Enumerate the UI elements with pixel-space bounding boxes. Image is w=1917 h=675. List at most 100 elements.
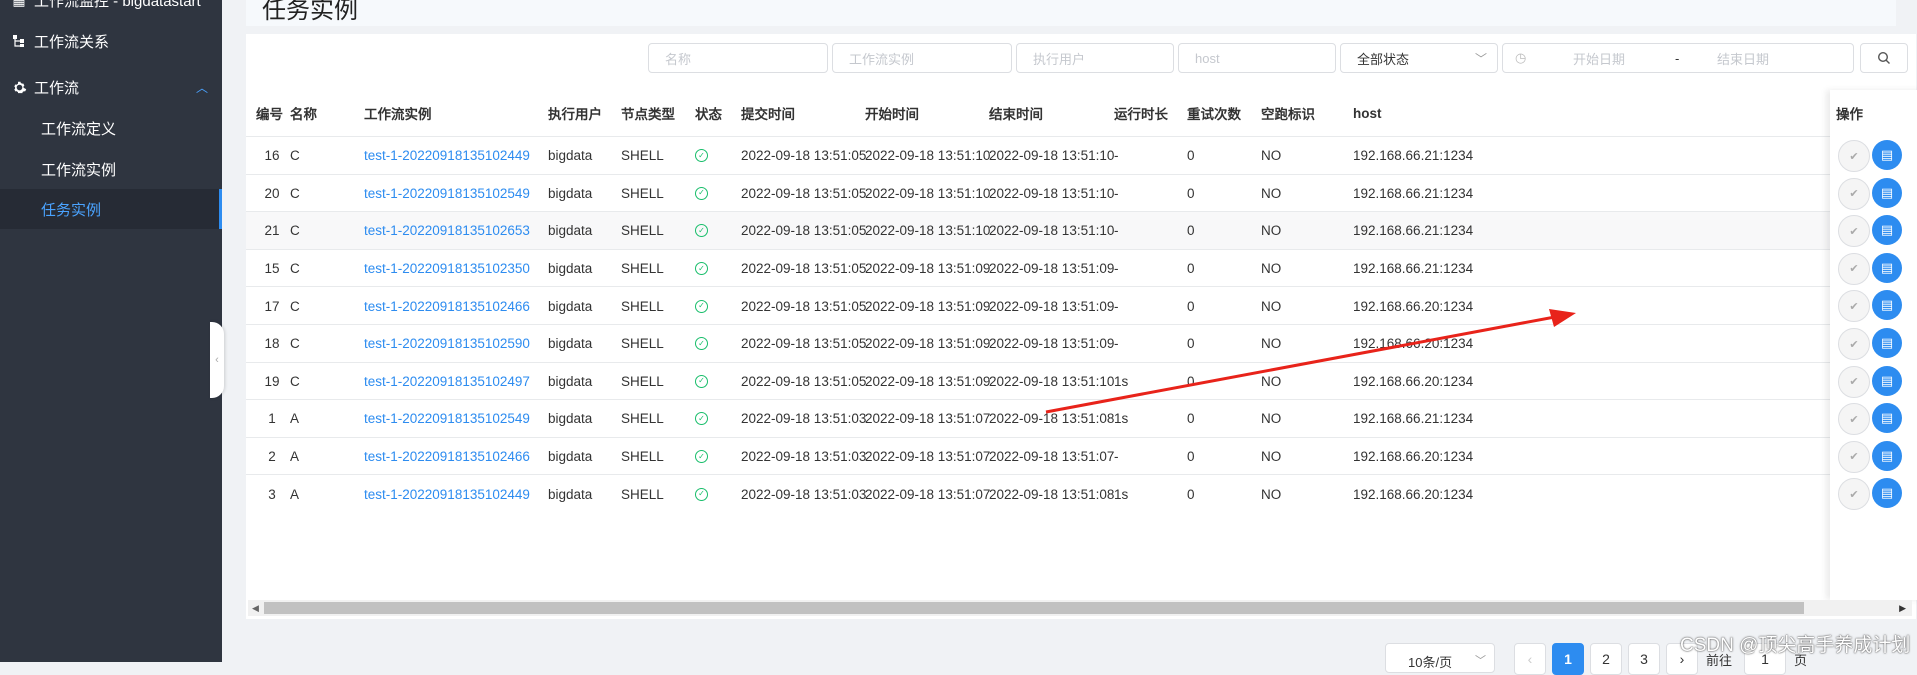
page-header: 任务实例: [246, 0, 1896, 26]
column-header: host: [1353, 105, 1382, 121]
force-success-button[interactable]: ✔: [1838, 478, 1870, 511]
workflow-instance-link[interactable]: test-1-20220918135102449: [364, 475, 530, 513]
log-icon: ▤: [1880, 222, 1894, 238]
workflow-instance-link[interactable]: test-1-20220918135102590: [364, 325, 530, 363]
table-cell-id: 1: [268, 411, 276, 427]
state-cell: ✓: [695, 250, 708, 288]
workflow-instance-link[interactable]: test-1-20220918135102466: [364, 287, 530, 325]
workflow-instance-link[interactable]: test-1-20220918135102466: [364, 438, 530, 476]
table-cell-name: A: [290, 449, 300, 465]
table-cell-start: 2022-09-18 13:51:07: [865, 449, 991, 465]
table-cell-end: 2022-09-18 13:51:10: [989, 223, 1115, 239]
log-icon: ▤: [1880, 410, 1894, 426]
table-cell-user: bigdata: [548, 223, 593, 239]
workflow-instance-link[interactable]: test-1-20220918135102549: [364, 400, 530, 438]
table-cell-host: 192.168.66.21:1234: [1353, 185, 1474, 201]
table-cell-name: C: [290, 223, 300, 239]
table-cell-type: SHELL: [621, 223, 664, 239]
state-select-value: 全部状态: [1357, 51, 1410, 67]
table-cell-submit: 2022-09-18 13:51:03: [741, 411, 867, 427]
placeholder: host: [1195, 50, 1220, 66]
force-success-button[interactable]: ✔: [1838, 328, 1870, 360]
table-cell-host: 192.168.66.20:1234: [1353, 298, 1474, 314]
table-cell-type: SHELL: [621, 298, 664, 314]
table-row: 17 Ctest-1-20220918135102466 bigdata SHELL ✓…: [246, 286, 1910, 325]
search-button[interactable]: [1860, 43, 1908, 73]
table-cell-host: 192.168.66.20:1234: [1353, 373, 1474, 389]
table-cell-end: 2022-09-18 13:51:09: [989, 298, 1115, 314]
page-2-button[interactable]: 2: [1590, 643, 1622, 675]
scrollbar-thumb[interactable]: [264, 602, 1804, 614]
force-success-button[interactable]: ✔: [1838, 252, 1870, 285]
force-success-button[interactable]: ✔: [1838, 403, 1870, 436]
table-cell-retry: 0: [1187, 223, 1195, 239]
column-header: 状态: [695, 107, 722, 122]
state-cell: ✓: [695, 137, 708, 175]
view-log-button[interactable]: ▤: [1872, 403, 1902, 434]
name-filter-input[interactable]: 名称: [648, 43, 828, 73]
date-range-picker[interactable]: ◷ 开始日期 - 结束日期: [1502, 43, 1854, 73]
column-header: 操作: [1836, 107, 1863, 122]
table-cell-id: 20: [264, 185, 280, 201]
table-cell-dry: NO: [1261, 261, 1282, 277]
sidebar-item-monitor[interactable]: ▦ 工作流监控 - bigdatastart: [0, 0, 222, 20]
sidebar-item-workflow[interactable]: 工作流 ︿: [0, 67, 222, 107]
host-filter-input[interactable]: host: [1178, 43, 1336, 73]
table-cell-start: 2022-09-18 13:51:09: [865, 298, 991, 314]
search-icon: [1877, 51, 1890, 64]
force-success-button[interactable]: ✔: [1838, 177, 1870, 210]
sidebar-item-workflow-definition[interactable]: 工作流定义: [0, 108, 222, 148]
success-icon: ✓: [695, 224, 708, 238]
table-cell-name: C: [290, 148, 300, 164]
page-1-button[interactable]: 1: [1552, 643, 1584, 675]
workflow-instance-filter-input[interactable]: 工作流实例: [832, 43, 1012, 73]
prev-page-button[interactable]: ‹: [1514, 643, 1546, 675]
view-log-button[interactable]: ▤: [1872, 177, 1902, 208]
table-cell-user: bigdata: [548, 486, 593, 502]
table-cell-duration: -: [1114, 148, 1119, 164]
column-header: 开始时间: [865, 107, 919, 122]
view-log-button[interactable]: ▤: [1872, 478, 1902, 509]
horizontal-scrollbar[interactable]: ◀ ▶: [248, 600, 1912, 616]
page-size-select[interactable]: 10条/页 ﹀: [1385, 643, 1495, 673]
state-select[interactable]: 全部状态 ﹀: [1340, 43, 1498, 73]
clock-icon: ◷: [1515, 50, 1527, 65]
table-cell-dry: NO: [1261, 185, 1282, 201]
table-cell-duration: -: [1114, 449, 1119, 465]
view-log-button[interactable]: ▤: [1872, 440, 1902, 471]
executor-filter-input[interactable]: 执行用户: [1016, 43, 1174, 73]
view-log-button[interactable]: ▤: [1872, 140, 1902, 170]
sidebar-item-workflow-relation[interactable]: 工作流关系: [0, 21, 222, 61]
workflow-instance-link[interactable]: test-1-20220918135102549: [364, 175, 530, 213]
sidebar-item-label: 工作流关系: [34, 33, 110, 51]
force-success-button[interactable]: ✔: [1838, 140, 1870, 172]
table-cell-retry: 0: [1187, 298, 1195, 314]
view-log-button[interactable]: ▤: [1872, 365, 1902, 396]
workflow-instance-link[interactable]: test-1-20220918135102350: [364, 250, 530, 288]
table-cell-start: 2022-09-18 13:51:09: [865, 373, 991, 389]
workflow-instance-link[interactable]: test-1-20220918135102497: [364, 363, 530, 401]
table-cell-name: A: [290, 411, 300, 427]
view-log-button[interactable]: ▤: [1872, 252, 1902, 283]
view-log-button[interactable]: ▤: [1872, 290, 1902, 321]
force-success-button[interactable]: ✔: [1838, 215, 1870, 248]
page-3-button[interactable]: 3: [1628, 643, 1660, 675]
workflow-instance-link[interactable]: test-1-20220918135102653: [364, 212, 530, 250]
main-content: 任务实例 名称 工作流实例 执行用户 host 全部状态 ﹀ ◷ 开始日期 - …: [222, 0, 1917, 675]
view-log-button[interactable]: ▤: [1872, 328, 1902, 358]
force-success-button[interactable]: ✔: [1838, 290, 1870, 323]
sidebar-item-label: 工作流定义: [41, 120, 117, 138]
grid-icon: ▦: [10, 0, 28, 9]
scroll-right-icon[interactable]: ▶: [1899, 600, 1906, 616]
chevron-left-icon: ‹: [215, 354, 219, 366]
sidebar-item-workflow-instance[interactable]: 工作流实例: [0, 149, 222, 189]
workflow-instance-link[interactable]: test-1-20220918135102449: [364, 137, 530, 175]
table-cell-host: 192.168.66.20:1234: [1353, 336, 1474, 352]
view-log-button[interactable]: ▤: [1872, 215, 1902, 246]
gear-icon: [10, 78, 28, 96]
scroll-left-icon[interactable]: ◀: [252, 600, 259, 616]
force-success-button[interactable]: ✔: [1838, 440, 1870, 473]
sidebar-item-task-instance[interactable]: 任务实例: [0, 189, 222, 229]
table-cell-end: 2022-09-18 13:51:09: [989, 261, 1115, 277]
force-success-button[interactable]: ✔: [1838, 365, 1870, 398]
